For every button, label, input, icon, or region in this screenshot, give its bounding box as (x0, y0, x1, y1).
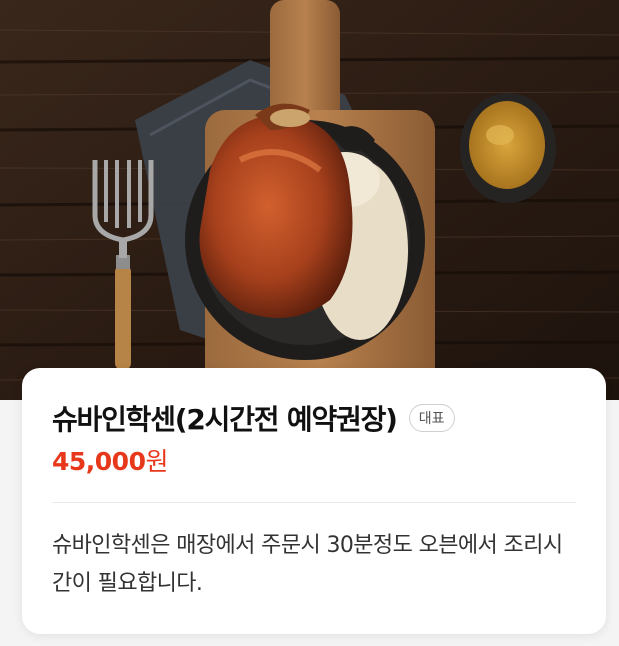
menu-item-description: 슈바인학센은 매장에서 주문시 30분정도 오븐에서 조리시간이 필요합니다. (52, 533, 563, 596)
price-amount: 45,000 (52, 447, 146, 476)
menu-item-price: 45,000원 (52, 444, 576, 480)
menu-item-photo (0, 0, 619, 400)
signature-badge: 대표 (408, 404, 455, 432)
pork-knuckle-photo (0, 0, 619, 400)
menu-item-detail: 슈바인학센(2시간전 예약권장) 대표 45,000원 슈바인학센은 매장에서 … (0, 0, 619, 646)
title-row: 슈바인학센(2시간전 예약권장) 대표 (52, 398, 576, 438)
menu-item-name: 슈바인학센(2시간전 예약권장) (52, 403, 398, 436)
price-unit: 원 (145, 447, 168, 476)
divider (52, 502, 576, 503)
menu-item-card: 슈바인학센(2시간전 예약권장) 대표 45,000원 슈바인학센은 매장에서 … (22, 368, 606, 634)
